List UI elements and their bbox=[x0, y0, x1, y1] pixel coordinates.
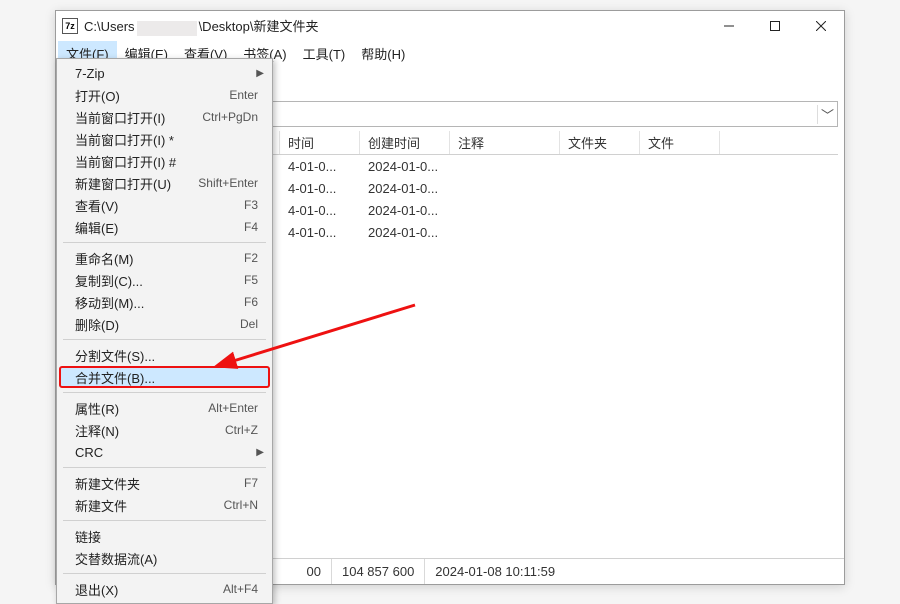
menu-item[interactable]: 交替数据流(A) bbox=[59, 547, 270, 569]
title-part-pre: C:\Users bbox=[84, 19, 135, 34]
cell-mtime: 4-01-0... bbox=[280, 203, 360, 218]
menu-item-accel: F6 bbox=[244, 295, 258, 309]
menu-item-label: 链接 bbox=[75, 527, 258, 546]
menu-item-label: 退出(X) bbox=[75, 580, 223, 599]
menu-item[interactable]: 复制到(C)...F5 bbox=[59, 269, 270, 291]
menu-item-accel: F7 bbox=[244, 476, 258, 490]
menu-item-accel: F5 bbox=[244, 273, 258, 287]
menu-item-accel: F4 bbox=[244, 220, 258, 234]
cell-ctime: 2024-01-0... bbox=[360, 181, 450, 196]
menu-item[interactable]: 链接 bbox=[59, 525, 270, 547]
menu-帮助(H)[interactable]: 帮助(H) bbox=[353, 41, 413, 65]
menu-item-accel: F3 bbox=[244, 198, 258, 212]
app-icon: 7z bbox=[62, 18, 78, 34]
maximize-button[interactable] bbox=[752, 11, 798, 41]
minimize-button[interactable] bbox=[706, 11, 752, 41]
menu-item-label: 当前窗口打开(I) # bbox=[75, 152, 258, 171]
menu-item[interactable]: 重命名(M)F2 bbox=[59, 247, 270, 269]
menu-item[interactable]: 移动到(M)...F6 bbox=[59, 291, 270, 313]
menu-item-label: 移动到(M)... bbox=[75, 293, 244, 312]
menu-item[interactable]: 7-Zip▶ bbox=[59, 62, 270, 84]
column-header[interactable]: 文件 bbox=[640, 131, 720, 154]
menu-item-label: 注释(N) bbox=[75, 421, 225, 440]
cell-mtime: 4-01-0... bbox=[280, 181, 360, 196]
column-header[interactable]: 注释 bbox=[450, 131, 560, 154]
menu-item-label: 查看(V) bbox=[75, 196, 244, 215]
menu-item-accel: Ctrl+Z bbox=[225, 423, 258, 437]
menu-item-label: 编辑(E) bbox=[75, 218, 244, 237]
menu-item-label: 7-Zip bbox=[75, 66, 258, 81]
address-dropdown-icon[interactable]: ﹀ bbox=[817, 105, 837, 124]
menu-separator bbox=[63, 573, 266, 574]
menu-item-label: 复制到(C)... bbox=[75, 271, 244, 290]
menu-item-label: 删除(D) bbox=[75, 315, 240, 334]
menu-separator bbox=[63, 392, 266, 393]
cell-mtime: 4-01-0... bbox=[280, 225, 360, 240]
cell-ctime: 2024-01-0... bbox=[360, 203, 450, 218]
menu-item-label: 当前窗口打开(I) * bbox=[75, 130, 258, 149]
column-header[interactable]: 创建时间 bbox=[360, 131, 450, 154]
menu-item[interactable]: 新建文件夹F7 bbox=[59, 472, 270, 494]
file-menu-dropdown: 7-Zip▶打开(O)Enter当前窗口打开(I)Ctrl+PgDn当前窗口打开… bbox=[56, 58, 273, 604]
menu-item-accel: F2 bbox=[244, 251, 258, 265]
column-header[interactable]: 文件夹 bbox=[560, 131, 640, 154]
menu-item[interactable]: 当前窗口打开(I) # bbox=[59, 150, 270, 172]
menu-item-accel: Shift+Enter bbox=[198, 176, 258, 190]
menu-item-accel: Ctrl+PgDn bbox=[202, 110, 258, 124]
menu-item-accel: Alt+Enter bbox=[208, 401, 258, 415]
menu-item[interactable]: 注释(N)Ctrl+Z bbox=[59, 419, 270, 441]
menu-item-label: 新建文件夹 bbox=[75, 474, 244, 493]
menu-item-label: 属性(R) bbox=[75, 399, 208, 418]
menu-item[interactable]: 分割文件(S)... bbox=[59, 344, 270, 366]
menu-item[interactable]: 当前窗口打开(I) * bbox=[59, 128, 270, 150]
menu-separator bbox=[63, 520, 266, 521]
menu-item-label: 交替数据流(A) bbox=[75, 549, 258, 568]
close-button[interactable] bbox=[798, 11, 844, 41]
menu-item[interactable]: 退出(X)Alt+F4 bbox=[59, 578, 270, 600]
column-header[interactable]: 时间 bbox=[280, 131, 360, 154]
title-part-post: \Desktop\新建文件夹 bbox=[199, 19, 319, 34]
menu-separator bbox=[63, 467, 266, 468]
menu-item-label: 新建文件 bbox=[75, 496, 224, 515]
cell-mtime: 4-01-0... bbox=[280, 159, 360, 174]
menu-item-label: 重命名(M) bbox=[75, 249, 244, 268]
menu-item-accel: Ctrl+N bbox=[224, 498, 258, 512]
menu-item[interactable]: 删除(D)Del bbox=[59, 313, 270, 335]
cell-ctime: 2024-01-0... bbox=[360, 159, 450, 174]
menu-item-accel: Del bbox=[240, 317, 258, 331]
menu-separator bbox=[63, 242, 266, 243]
menu-item[interactable]: 查看(V)F3 bbox=[59, 194, 270, 216]
menu-item[interactable]: 新建窗口打开(U)Shift+Enter bbox=[59, 172, 270, 194]
menu-item[interactable]: 属性(R)Alt+Enter bbox=[59, 397, 270, 419]
cell-ctime: 2024-01-0... bbox=[360, 225, 450, 240]
menu-item[interactable]: 编辑(E)F4 bbox=[59, 216, 270, 238]
window-title: C:\Users \Desktop\新建文件夹 bbox=[84, 16, 706, 35]
menu-工具(T)[interactable]: 工具(T) bbox=[295, 41, 354, 65]
window-controls bbox=[706, 11, 844, 41]
menu-item-label: 合并文件(B)... bbox=[75, 368, 258, 387]
menu-item-label: 新建窗口打开(U) bbox=[75, 174, 198, 193]
menu-item[interactable]: 当前窗口打开(I)Ctrl+PgDn bbox=[59, 106, 270, 128]
redacted-username bbox=[137, 21, 197, 36]
status-seg-date: 2024-01-08 10:11:59 bbox=[425, 559, 565, 584]
menu-separator bbox=[63, 339, 266, 340]
status-seg-size: 104 857 600 bbox=[332, 559, 425, 584]
menu-item-accel: Enter bbox=[229, 88, 258, 102]
titlebar: 7z C:\Users \Desktop\新建文件夹 bbox=[56, 11, 844, 41]
menu-item[interactable]: 合并文件(B)... bbox=[59, 366, 270, 388]
menu-item-label: 打开(O) bbox=[75, 86, 229, 105]
menu-item[interactable]: 打开(O)Enter bbox=[59, 84, 270, 106]
menu-item-label: CRC bbox=[75, 445, 258, 460]
menu-item-label: 分割文件(S)... bbox=[75, 346, 258, 365]
menu-item-accel: Alt+F4 bbox=[223, 582, 258, 596]
submenu-arrow-icon: ▶ bbox=[256, 68, 264, 79]
submenu-arrow-icon: ▶ bbox=[256, 447, 264, 458]
menu-item-label: 当前窗口打开(I) bbox=[75, 108, 202, 127]
menu-item[interactable]: CRC▶ bbox=[59, 441, 270, 463]
menu-item[interactable]: 新建文件Ctrl+N bbox=[59, 494, 270, 516]
